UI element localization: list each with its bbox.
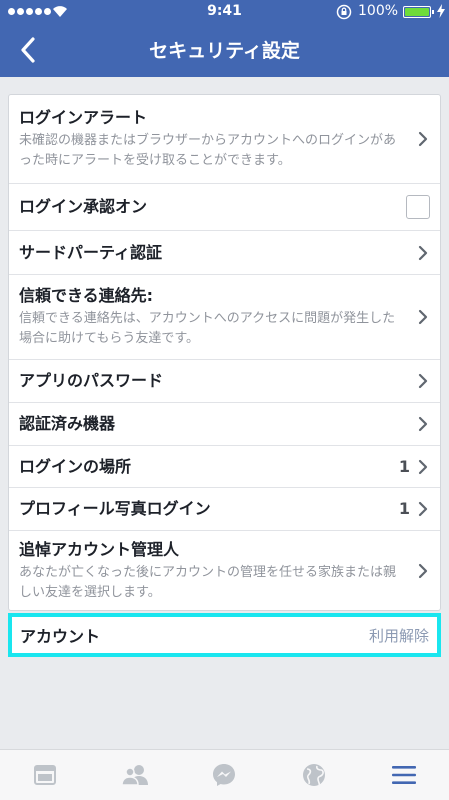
status-bar: 9:41 100% <box>0 0 449 24</box>
tab-menu[interactable] <box>359 750 449 800</box>
battery-percentage: 100% <box>358 3 399 19</box>
settings-item-label: 追悼アカウント管理人 <box>19 539 180 559</box>
bottom-tab-bar <box>0 749 449 800</box>
settings-item-label: ログイン承認オン <box>19 197 148 216</box>
chevron-right-icon <box>418 131 428 147</box>
settings-item-legacy-contact[interactable]: 追悼アカウント管理人 あなたが亡くなった後にアカウントの管理を任せる家族または親… <box>9 531 440 610</box>
settings-item-label: 信頼できる連絡先: <box>19 286 154 305</box>
settings-item-count: 1 <box>398 499 410 518</box>
security-settings-list: ログインアラート 未確認の機器またはブラウザーからアカウントへのログインがあった… <box>8 94 441 611</box>
login-approvals-checkbox[interactable] <box>406 195 430 219</box>
chevron-right-icon <box>418 563 428 578</box>
settings-item-count: 1 <box>398 456 410 476</box>
settings-item-label: サードパーティ認証 <box>19 242 163 262</box>
settings-item-description: あなたが亡くなった後にアカウントの管理を任せる家族または親しい友達を選択します。 <box>19 564 397 600</box>
globe-icon <box>303 764 326 786</box>
settings-item-label: プロフィール写真ログイン <box>19 499 211 518</box>
deactivate-account-link[interactable]: 利用解除 <box>369 625 429 646</box>
tab-notifications-globe[interactable] <box>269 750 359 800</box>
chevron-right-icon <box>418 459 428 474</box>
settings-item-label: ログインの場所 <box>19 456 132 476</box>
messenger-icon <box>213 764 236 786</box>
settings-item-authorized-devices[interactable]: 認証済み機器 <box>9 403 440 446</box>
chevron-right-icon <box>418 416 428 432</box>
settings-item-label: 認証済み機器 <box>19 414 116 433</box>
chevron-right-icon <box>418 245 428 260</box>
tab-news-feed[interactable] <box>0 750 90 800</box>
settings-item-login-locations[interactable]: ログインの場所 1 <box>9 446 440 488</box>
tab-friends[interactable] <box>90 750 180 800</box>
settings-item-login-alerts[interactable]: ログインアラート 未確認の機器またはブラウザーからアカウントへのログインがあった… <box>9 95 440 184</box>
account-label: アカウント <box>20 627 101 646</box>
settings-item-label: アプリのパスワード <box>19 371 164 390</box>
settings-item-description: 未確認の機器またはブラウザーからアカウントへのログインがあった時にアラートを受け… <box>19 133 397 168</box>
settings-item-login-approvals[interactable]: ログイン承認オン <box>9 184 440 231</box>
settings-item-third-party-auth[interactable]: サードパーティ認証 <box>9 231 440 275</box>
rotation-lock-icon <box>336 4 352 20</box>
settings-item-profile-picture-login[interactable]: プロフィール写真ログイン 1 <box>9 488 440 531</box>
chevron-right-icon <box>418 309 428 325</box>
settings-item-label: ログインアラート <box>19 108 148 127</box>
battery-icon <box>403 6 431 18</box>
friends-icon <box>120 765 148 786</box>
tab-messenger[interactable] <box>180 750 270 800</box>
menu-icon <box>392 766 417 784</box>
settings-item-trusted-contacts[interactable]: 信頼できる連絡先: 信頼できる連絡先は、アカウントへのアクセスに問題が発生した場… <box>9 275 440 360</box>
settings-item-app-passwords[interactable]: アプリのパスワード <box>9 360 440 403</box>
chevron-right-icon <box>418 501 428 517</box>
settings-item-account[interactable]: アカウント 利用解除 <box>8 613 441 657</box>
news-feed-icon <box>33 765 56 785</box>
chevron-right-icon <box>418 373 428 389</box>
page-title: セキュリティ設定 <box>149 40 300 62</box>
charging-icon <box>437 4 445 18</box>
settings-item-description: 信頼できる連絡先は、アカウントへのアクセスに問題が発生した場合に助けてもらう友達… <box>19 311 396 346</box>
navigation-header: 9:41 100% セキュリティ設定 <box>0 0 449 77</box>
